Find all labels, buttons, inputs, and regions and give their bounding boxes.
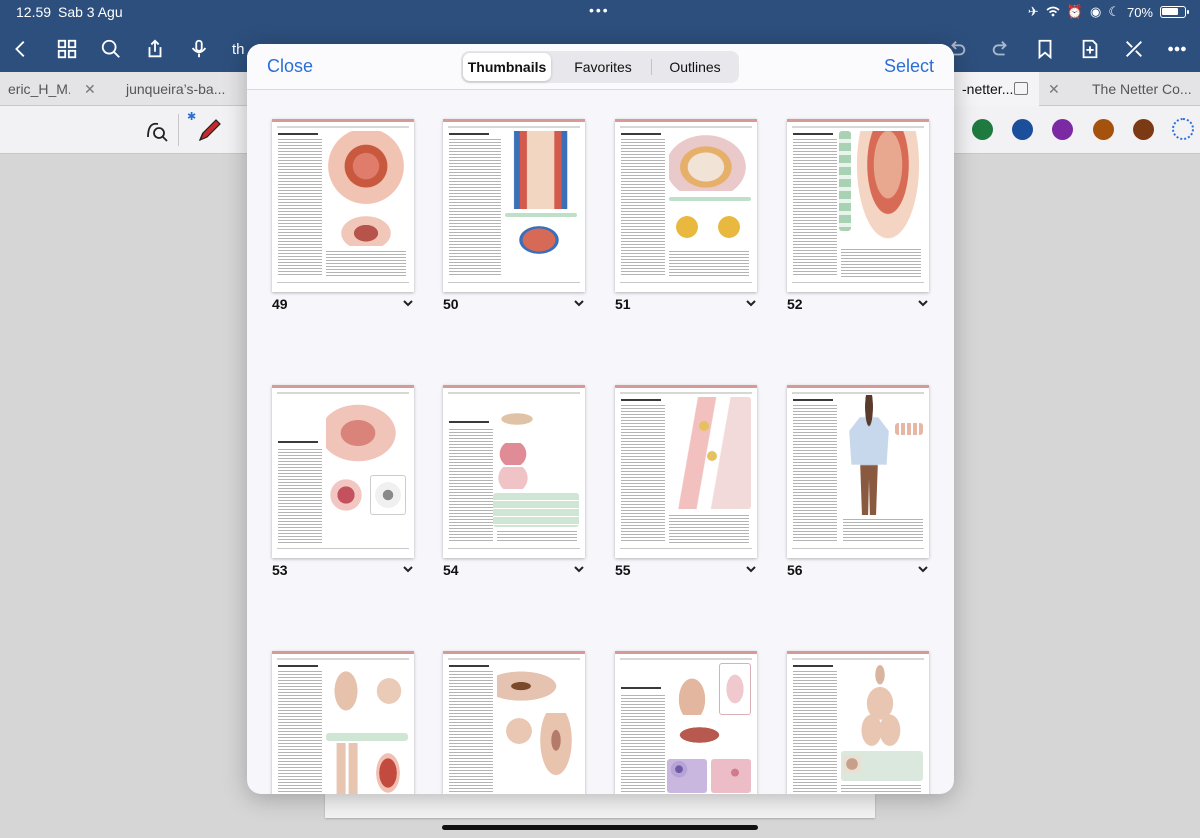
chevron-down-icon[interactable] (402, 296, 414, 310)
close-tab-icon[interactable]: ✕ (84, 72, 96, 106)
segment-divider (651, 59, 652, 75)
more-colors-icon[interactable] (1172, 118, 1194, 140)
thumbnail-item[interactable]: 49 (272, 119, 432, 319)
battery-icon (1160, 6, 1189, 18)
page-thumbnail[interactable] (615, 385, 757, 558)
page-thumbnail[interactable] (787, 651, 929, 794)
thumbnail-item[interactable]: 56 (787, 385, 947, 585)
color-swatch-green[interactable] (972, 119, 993, 140)
home-indicator[interactable] (442, 825, 758, 830)
thumbnail-item[interactable]: 50 (443, 119, 603, 319)
page-thumbnail[interactable] (272, 385, 414, 558)
page-thumbnail[interactable] (787, 385, 929, 558)
tab-label: eric_H_M... (8, 81, 70, 97)
thumbnail-item[interactable]: 51 (615, 119, 775, 319)
segment-outlines[interactable]: Outlines (653, 53, 737, 81)
more-icon[interactable] (1164, 36, 1190, 62)
tab-4[interactable]: The Netter Co... (1084, 72, 1200, 106)
thumbnail-item[interactable]: 53 (272, 385, 432, 585)
split-view-icon[interactable] (1014, 82, 1028, 95)
page-number: 55 (615, 562, 631, 578)
status-time: 12.59 (16, 4, 52, 20)
chevron-down-icon[interactable] (402, 562, 414, 576)
chevron-down-icon[interactable] (745, 296, 757, 310)
close-tab-icon[interactable]: ✕ (1048, 72, 1060, 106)
tab-label: -netter... (962, 81, 1014, 97)
thumbnail-item[interactable]: 58 (443, 651, 603, 794)
color-swatch-purple[interactable] (1052, 119, 1073, 140)
chevron-down-icon[interactable] (917, 562, 929, 576)
chevron-down-icon[interactable] (917, 296, 929, 310)
page-thumbnail[interactable] (615, 119, 757, 292)
thumbnail-item[interactable]: 55 (615, 385, 775, 585)
page-number: 51 (615, 296, 631, 312)
page-thumbnail[interactable] (272, 651, 414, 794)
add-page-icon[interactable] (1077, 36, 1103, 62)
moon-icon: ☾ (1108, 4, 1120, 19)
page-number: 53 (272, 562, 288, 578)
page-thumbnail[interactable] (272, 119, 414, 292)
thumbnail-item[interactable]: 57 (272, 651, 432, 794)
tab-1[interactable]: eric_H_M... (0, 72, 70, 106)
chevron-down-icon[interactable] (573, 296, 585, 310)
page-thumbnail[interactable] (443, 385, 585, 558)
page-number: 52 (787, 296, 803, 312)
thumbnails-modal: Close Thumbnails Favorites Outlines Sele… (247, 44, 954, 794)
battery-percentage: 70% (1126, 4, 1153, 20)
multitasking-dots-icon[interactable]: ••• (589, 2, 610, 18)
segment-thumbnails[interactable]: Thumbnails (463, 53, 551, 81)
bluetooth-icon: ✱ (187, 111, 197, 123)
page-thumbnail[interactable] (615, 651, 757, 794)
modal-header: Close Thumbnails Favorites Outlines Sele… (247, 44, 954, 90)
redo-icon[interactable] (988, 36, 1014, 62)
screen-lock-icon: ◉ (1089, 4, 1102, 19)
select-button[interactable]: Select (884, 56, 934, 77)
page-thumbnail[interactable] (443, 119, 585, 292)
bookmark-icon[interactable] (1032, 36, 1058, 62)
page-number: 54 (443, 562, 459, 578)
divider (178, 114, 179, 146)
tab-2[interactable]: junqueira’s-ba... (118, 72, 234, 106)
thumbnail-item[interactable]: 60 (787, 651, 947, 794)
page-thumbnail[interactable] (443, 651, 585, 794)
thumbnail-item[interactable]: 59 (615, 651, 775, 794)
status-date: Sab 3 Agu (58, 4, 123, 20)
page-number: 56 (787, 562, 803, 578)
chevron-down-icon[interactable] (745, 562, 757, 576)
page-thumbnail[interactable] (787, 119, 929, 292)
thumbnail-item[interactable]: 52 (787, 119, 947, 319)
pen-icon[interactable] (196, 116, 224, 144)
tab-label: junqueira’s-ba... (126, 81, 226, 97)
page-number: 49 (272, 296, 288, 312)
color-swatch-brown[interactable] (1133, 119, 1154, 140)
view-segmented-control: Thumbnails Favorites Outlines (461, 51, 739, 83)
lasso-zoom-icon[interactable] (145, 119, 169, 143)
background-document-page (325, 794, 875, 818)
wifi-icon (1046, 5, 1060, 20)
color-swatch-orange[interactable] (1093, 119, 1114, 140)
document-title: th (232, 41, 245, 58)
tools-icon[interactable] (1121, 36, 1147, 62)
thumbnail-item[interactable]: 54 (443, 385, 603, 585)
page-number: 50 (443, 296, 459, 312)
share-icon[interactable] (142, 36, 168, 62)
thumbnail-grid: 49 50 51 52 53 54 55 56 (247, 91, 954, 794)
status-icons: ✈ ⏰ ◉ ☾ 70% (1027, 4, 1189, 20)
search-icon[interactable] (98, 36, 124, 62)
close-button[interactable]: Close (267, 56, 313, 77)
airplane-icon: ✈ (1027, 4, 1039, 19)
back-icon[interactable] (8, 36, 34, 62)
tab-label: The Netter Co... (1092, 81, 1192, 97)
segment-favorites[interactable]: Favorites (557, 53, 649, 81)
grid-view-icon[interactable] (54, 36, 80, 62)
status-bar: 12.59 Sab 3 Agu ••• ✈ ⏰ ◉ ☾ 70% (0, 0, 1200, 26)
alarm-icon: ⏰ (1066, 4, 1083, 19)
microphone-icon[interactable] (186, 36, 212, 62)
color-swatch-blue[interactable] (1012, 119, 1033, 140)
chevron-down-icon[interactable] (573, 562, 585, 576)
